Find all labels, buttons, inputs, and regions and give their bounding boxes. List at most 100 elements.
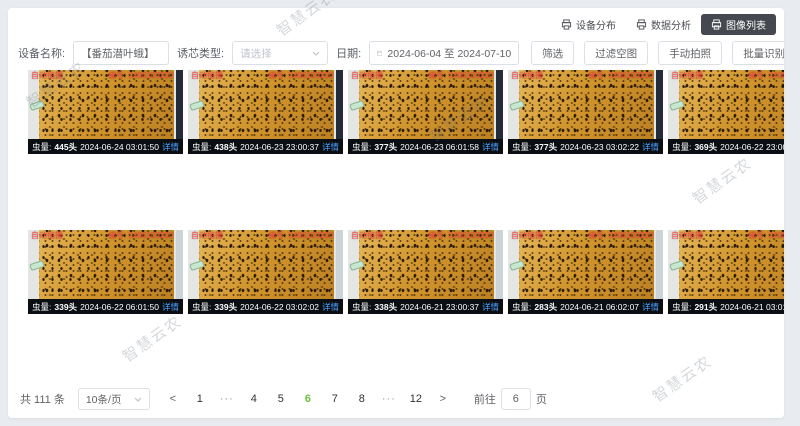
image-card: 自动拍摄 编号: 2406100220 虫量: 283头 2024-06-21 … <box>508 230 663 314</box>
prev-page-button[interactable]: < <box>163 389 183 409</box>
card-info-bar: 虫量: 377头 2024-06-23 03:02:22 详情 <box>508 139 663 154</box>
trap-photo[interactable]: 自动拍摄 编号: 2406100220 <box>348 70 503 139</box>
capture-time: 2024-06-24 03:01:50 <box>80 142 159 152</box>
capture-time: 2024-06-22 03:02:02 <box>240 302 319 312</box>
trap-photo[interactable]: 自动拍摄 编号: 2406100220 <box>348 230 503 299</box>
count-prefix: 虫量: <box>32 301 51 313</box>
trap-photo[interactable]: 自动拍摄 编号: 2406100220 <box>188 70 343 139</box>
page-button-12[interactable]: 12 <box>406 389 426 409</box>
chevron-down-icon <box>160 51 162 56</box>
trap-right-edge <box>496 230 503 299</box>
image-card: 自动拍摄 编号: 2406100220 虫量: 291头 2024-06-21 … <box>668 230 784 314</box>
insect-count: 338头 <box>374 301 397 313</box>
image-card: 自动拍摄 编号: 2406100220 虫量: 377头 2024-06-23 … <box>348 70 503 154</box>
detail-link[interactable]: 详情 <box>642 301 659 313</box>
count-prefix: 虫量: <box>512 301 531 313</box>
insect-count: 369头 <box>694 141 717 153</box>
capture-mode-overlay: 自动拍摄 <box>671 71 703 81</box>
device-id-overlay: 编号: 2406100220 <box>108 71 173 81</box>
filter-button[interactable]: 筛选 <box>531 41 574 65</box>
image-card: 自动拍摄 编号: 2406100220 虫量: 377头 2024-06-23 … <box>508 70 663 154</box>
page-button-6-active[interactable]: 6 <box>298 389 318 409</box>
page-button-1[interactable]: 1 <box>190 389 210 409</box>
image-card: 自动拍摄 编号: 2406100220 虫量: 338头 2024-06-21 … <box>348 230 503 314</box>
count-prefix: 虫量: <box>192 301 211 313</box>
next-page-button[interactable]: > <box>433 389 453 409</box>
tab-device-distribution[interactable]: 设备分布 <box>551 14 626 35</box>
trap-right-edge <box>336 230 343 299</box>
trap-right-edge <box>496 70 503 139</box>
tab-label: 数据分析 <box>651 17 691 32</box>
trap-photo[interactable]: 自动拍摄 编号: 2406100220 <box>188 230 343 299</box>
tab-image-list[interactable]: 图像列表 <box>701 14 776 35</box>
card-info-bar: 虫量: 338头 2024-06-21 23:00:37 详情 <box>348 299 503 314</box>
trap-photo[interactable]: 自动拍摄 编号: 2406100220 <box>508 70 663 139</box>
insect-count: 445头 <box>54 141 77 153</box>
image-card: 自动拍摄 编号: 2406100220 虫量: 438头 2024-06-23 … <box>188 70 343 154</box>
count-prefix: 虫量: <box>352 141 371 153</box>
detail-link[interactable]: 详情 <box>482 141 499 153</box>
detail-link[interactable]: 详情 <box>162 301 179 313</box>
image-card: 自动拍摄 编号: 2406100220 虫量: 339头 2024-06-22 … <box>188 230 343 314</box>
filter-toolbar: 设备名称: 【番茄潜叶蛾】 诱芯类型: 请选择 日期: 2024-06-04 至… <box>8 35 784 65</box>
capture-mode-overlay: 自动拍摄 <box>31 71 63 81</box>
device-id-overlay: 编号: 2406100220 <box>748 71 784 81</box>
chevron-down-icon <box>134 397 142 402</box>
total-count: 共 111 条 <box>20 391 65 407</box>
capture-time: 2024-06-21 23:00:37 <box>400 302 479 312</box>
image-grid: 自动拍摄 编号: 2406100220 虫量: 445头 2024-06-24 … <box>8 65 784 314</box>
trap-photo[interactable]: 自动拍摄 编号: 2406100220 <box>508 230 663 299</box>
page-button-5[interactable]: 5 <box>271 389 291 409</box>
device-id-overlay: 编号: 2406100220 <box>428 71 493 81</box>
card-info-bar: 虫量: 339头 2024-06-22 03:02:02 详情 <box>188 299 343 314</box>
printer-icon <box>636 19 647 30</box>
capture-mode-overlay: 自动拍摄 <box>511 231 543 241</box>
detail-link[interactable]: 详情 <box>642 141 659 153</box>
insect-count: 339头 <box>214 301 237 313</box>
trap-photo[interactable]: 自动拍摄 编号: 2406100220 <box>668 230 784 299</box>
goto-prefix: 前往 <box>474 391 496 407</box>
insect-count: 377头 <box>534 141 557 153</box>
ellipsis-icon[interactable]: ··· <box>379 389 399 409</box>
toolbar-buttons: 筛选 过滤空图 手动拍照 批量识别 <box>531 41 784 65</box>
detail-link[interactable]: 详情 <box>322 301 339 313</box>
device-name-label: 设备名称: <box>18 45 65 61</box>
page-size-select[interactable]: 10条/页 <box>78 388 150 410</box>
tab-data-analysis[interactable]: 数据分析 <box>626 14 701 35</box>
date-range-input[interactable]: 2024-06-04 至 2024-07-10 <box>369 41 519 65</box>
image-card: 自动拍摄 编号: 2406100220 虫量: 445头 2024-06-24 … <box>28 70 183 154</box>
device-id-overlay: 编号: 2406100220 <box>108 231 173 241</box>
detail-link[interactable]: 详情 <box>162 141 179 153</box>
batch-recognize-button[interactable]: 批量识别 <box>732 41 784 65</box>
capture-time: 2024-06-21 06:02:07 <box>560 302 639 312</box>
trap-right-edge <box>656 230 663 299</box>
trap-photo[interactable]: 自动拍摄 编号: 2406100220 <box>28 70 183 139</box>
goto-page-input[interactable] <box>501 388 531 410</box>
manual-shot-button[interactable]: 手动拍照 <box>658 41 722 65</box>
calendar-icon <box>377 48 382 58</box>
trap-photo[interactable]: 自动拍摄 编号: 2406100220 <box>28 230 183 299</box>
detail-link[interactable]: 详情 <box>322 141 339 153</box>
page-button-4[interactable]: 4 <box>244 389 264 409</box>
device-id-overlay: 编号: 2406100220 <box>748 231 784 241</box>
page-button-7[interactable]: 7 <box>325 389 345 409</box>
insect-count: 283头 <box>534 301 557 313</box>
device-name-select[interactable]: 【番茄潜叶蛾】 <box>73 41 169 65</box>
page-button-8[interactable]: 8 <box>352 389 372 409</box>
card-info-bar: 虫量: 445头 2024-06-24 03:01:50 详情 <box>28 139 183 154</box>
device-id-overlay: 编号: 2406100220 <box>588 231 653 241</box>
pagination: 共 111 条 10条/页 < 1 ··· 4 5 6 7 8 ··· 12 >… <box>8 388 784 410</box>
filter-empty-button[interactable]: 过滤空图 <box>584 41 648 65</box>
insect-count: 438头 <box>214 141 237 153</box>
chevron-down-icon <box>312 51 320 56</box>
trap-right-edge <box>176 230 183 299</box>
detail-link[interactable]: 详情 <box>482 301 499 313</box>
trap-photo[interactable]: 自动拍摄 编号: 2406100220 <box>668 70 784 139</box>
ellipsis-icon[interactable]: ··· <box>217 389 237 409</box>
capture-mode-overlay: 自动拍摄 <box>351 71 383 81</box>
lure-type-select[interactable]: 请选择 <box>232 41 328 65</box>
capture-time: 2024-06-22 23:00:37 <box>720 142 784 152</box>
trap-right-edge <box>336 70 343 139</box>
capture-time: 2024-06-23 03:02:22 <box>560 142 639 152</box>
count-prefix: 虫量: <box>352 301 371 313</box>
